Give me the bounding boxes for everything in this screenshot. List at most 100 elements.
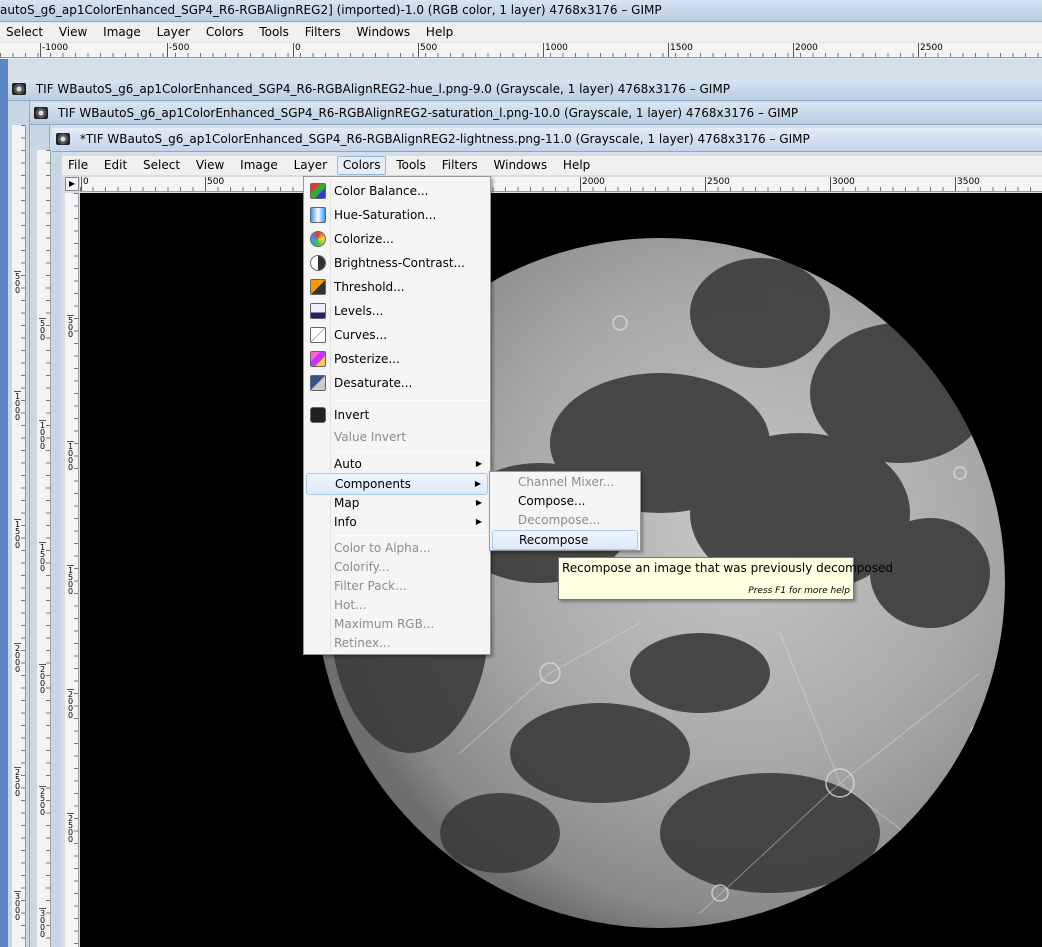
menu-item-channel-mixer[interactable]: Channel Mixer... [492,473,638,492]
menu-view[interactable]: View [190,156,230,175]
back-menu-select[interactable]: Select [0,23,49,42]
ruler-label: 2500 [920,43,943,53]
curves-icon [310,327,326,343]
lightness-vertical-ruler[interactable]: 500 1000 1500 2000 2500 [65,193,79,947]
back-window-menubar: Select View Image Layer Colors Tools Fil… [0,23,1042,42]
back-menu-layer[interactable]: Layer [151,23,196,42]
ruler-label: 500 [420,43,438,53]
hue-saturation-icon [310,207,326,223]
back-menu-help[interactable]: Help [420,23,459,42]
colors-menu: Color Balance... Hue-Saturation... Color… [303,176,491,655]
back-vertical-ruler[interactable]: 500 1000 1500 2000 2500 3000 [12,125,26,947]
hue-window-titlebar[interactable]: TIF WBautoS_g6_ap1ColorEnhanced_SGP4_R6-… [8,79,1042,101]
menu-item-desaturate[interactable]: Desaturate... [306,372,488,394]
recompose-tooltip: Recompose an image that was previously d… [558,557,893,600]
menu-edit[interactable]: Edit [98,156,133,175]
menu-item-posterize[interactable]: Posterize... [306,348,488,370]
ruler-label: 1000 [67,441,74,472]
menu-item-decompose[interactable]: Decompose... [492,511,638,530]
menu-filters[interactable]: Filters [436,156,484,175]
tooltip-text: Recompose an image that was previously d… [562,561,893,575]
back-horizontal-ruler[interactable]: -1000 -500 0 500 1000 1500 2000 2500 [0,43,1042,58]
colorize-icon [310,231,326,247]
menu-item-retinex[interactable]: Retinex... [306,632,488,654]
menu-file[interactable]: File [62,156,94,175]
ruler-label: 2000 [14,643,21,674]
ruler-label: 500 [14,271,21,295]
color-balance-icon [310,183,326,199]
menu-item-color-balance[interactable]: Color Balance... [306,180,488,202]
components-submenu: Channel Mixer... Compose... Decompose...… [489,471,641,551]
back-menu-windows[interactable]: Windows [351,23,417,42]
ruler-label: 0 [83,177,89,187]
lightness-menubar: File Edit Select View Image Layer Colors… [62,156,1042,175]
back-window-scrollbar[interactable] [0,59,8,947]
ruler-label: 2500 [67,813,74,844]
menu-item-info[interactable]: Info ▶ [306,511,488,533]
menu-item-recompose[interactable]: Recompose [492,530,638,550]
ruler-label: 1500 [14,519,21,550]
ruler-label: 2500 [14,767,21,798]
ruler-label: 500 [39,318,46,342]
menu-item-hue-saturation[interactable]: Hue-Saturation... [306,204,488,226]
menu-colors[interactable]: Colors [336,156,387,175]
ruler-label: 2000 [39,664,46,695]
hue-window-title: TIF WBautoS_g6_ap1ColorEnhanced_SGP4_R6-… [35,82,730,96]
menu-item-invert[interactable]: Invert [306,404,488,426]
menu-tools[interactable]: Tools [390,156,432,175]
saturation-window-title: TIF WBautoS_g6_ap1ColorEnhanced_SGP4_R6-… [57,106,799,120]
ruler-label: 3000 [832,177,855,187]
menu-windows[interactable]: Windows [488,156,554,175]
gimp-window-icon [12,83,26,95]
menu-item-threshold[interactable]: Threshold... [306,276,488,298]
ruler-label: 500 [67,315,74,339]
back-menu-colors[interactable]: Colors [200,23,250,42]
ruler-label: 1500 [67,565,74,596]
menu-layer[interactable]: Layer [288,156,333,175]
ruler-label: -500 [169,43,190,53]
menu-item-colorize[interactable]: Colorize... [306,228,488,250]
lightness-window-titlebar[interactable]: *TIF WBautoS_g6_ap1ColorEnhanced_SGP4_R6… [52,128,1042,152]
ruler-label: -1000 [42,43,69,53]
lightness-window-frame [52,152,62,947]
back-menu-tools[interactable]: Tools [253,23,295,42]
canvas-menu-button[interactable]: ▶ [65,177,79,191]
brightness-contrast-icon [310,255,326,271]
gimp-window-icon [56,133,70,145]
ruler-label: 2000 [795,43,818,53]
menu-item-value-invert[interactable]: Value Invert [306,426,488,448]
ruler-label: 500 [207,177,225,187]
menu-image[interactable]: Image [234,156,284,175]
gimp-window-icon [34,107,48,119]
back-menu-filters[interactable]: Filters [299,23,347,42]
ruler-label: 1000 [545,43,568,53]
menu-item-auto[interactable]: Auto ▶ [306,453,488,475]
back-window-title: autoS_g6_ap1ColorEnhanced_SGP4_R6-RGBAli… [0,3,662,17]
ruler-label: 1500 [670,43,693,53]
submenu-arrow-icon: ▶ [475,517,482,526]
menu-select[interactable]: Select [137,156,186,175]
menu-item-compose[interactable]: Compose... [492,492,638,511]
ruler-label: 1000 [14,391,21,422]
saturation-window-titlebar[interactable]: TIF WBautoS_g6_ap1ColorEnhanced_SGP4_R6-… [30,103,1042,125]
ruler-label: 2000 [582,177,605,187]
mid-vertical-ruler[interactable]: 500 1000 1500 2000 2500 3000 [37,150,51,947]
menu-item-levels[interactable]: Levels... [306,300,488,322]
ruler-label: 3500 [957,177,980,187]
ruler-label: 1000 [39,420,46,451]
ruler-label: 2000 [67,689,74,720]
menu-item-brightness-contrast[interactable]: Brightness-Contrast... [306,252,488,274]
menu-item-curves[interactable]: Curves... [306,324,488,346]
back-window-titlebar[interactable]: autoS_g6_ap1ColorEnhanced_SGP4_R6-RGBAli… [0,0,1042,22]
ruler-label: 1500 [39,542,46,573]
ruler-label: 3000 [14,891,21,922]
lightness-horizontal-ruler[interactable]: 0 500 1000 1500 2000 2500 3000 3500 [80,177,1042,192]
lightness-window-title: *TIF WBautoS_g6_ap1ColorEnhanced_SGP4_R6… [79,132,810,146]
back-menu-view[interactable]: View [53,23,93,42]
menu-help[interactable]: Help [557,156,596,175]
ruler-label: 2500 [39,786,46,817]
desaturate-icon [310,375,326,391]
back-menu-image[interactable]: Image [97,23,147,42]
invert-icon [310,407,326,423]
submenu-arrow-icon: ▶ [475,459,482,468]
